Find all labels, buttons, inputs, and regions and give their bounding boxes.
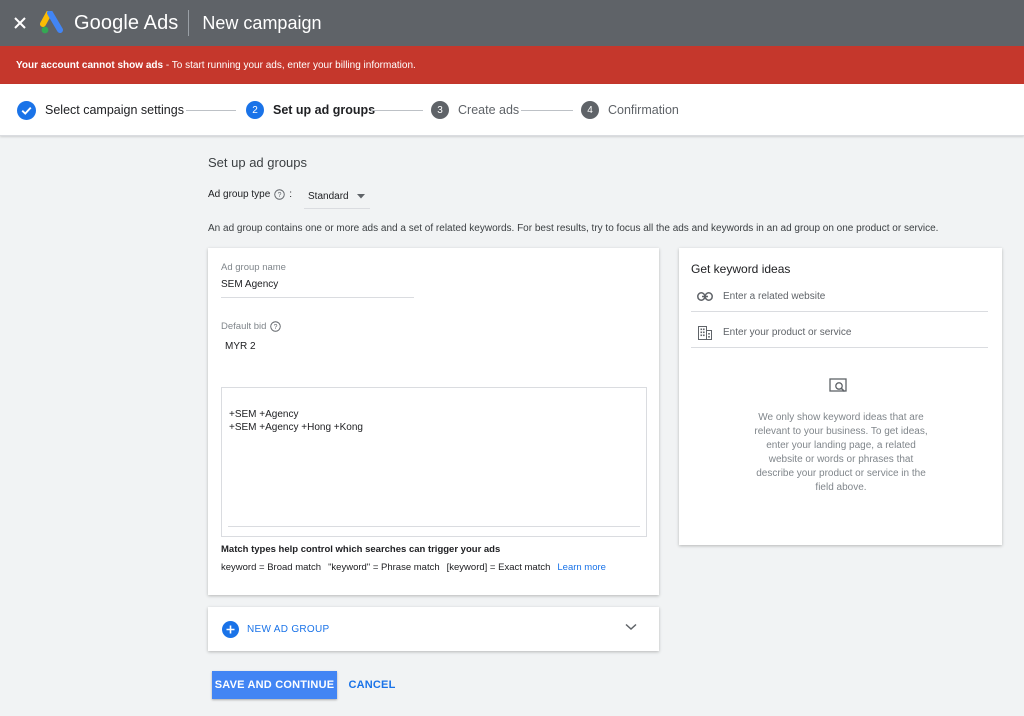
ad-group-type-value: Standard: [308, 190, 349, 202]
search-document-icon: [829, 378, 849, 401]
step-label: Create ads: [458, 103, 520, 117]
link-icon: [695, 292, 715, 301]
page-title: New campaign: [202, 12, 322, 33]
keyword-ideas-empty-text: We only show keyword ideas that are rele…: [754, 412, 928, 493]
divider: [188, 10, 190, 36]
product-service-input[interactable]: Enter your product or service: [691, 318, 988, 348]
check-circle-icon: [17, 100, 36, 120]
alert-text: - To start running your ads, enter your …: [163, 59, 416, 71]
related-website-input[interactable]: Enter a related website: [691, 282, 988, 312]
help-icon[interactable]: ?: [270, 321, 282, 332]
keywords-text: +SEM +Agency +SEM +Agency +Hong +Kong: [229, 409, 363, 433]
step-number: 2: [246, 101, 264, 119]
alert-bold-text: Your account cannot show ads: [16, 59, 164, 71]
broad-match-text: keyword = Broad match: [221, 562, 322, 573]
add-circle-icon: [222, 620, 239, 638]
input-underline: [221, 297, 414, 298]
default-bid-label: Default bid: [221, 321, 267, 332]
step-label: Set up ad groups: [273, 103, 376, 117]
save-and-continue-button[interactable]: SAVE AND CONTINUE: [212, 671, 337, 699]
exact-match-text: [keyword] = Exact match: [446, 562, 551, 573]
app-bar: Google Ads New campaign: [0, 0, 1024, 46]
step-select-campaign-settings[interactable]: Select campaign settings: [17, 84, 184, 136]
ad-group-type-label: Ad group type: [208, 189, 271, 200]
step-label: Select campaign settings: [45, 103, 184, 117]
close-icon[interactable]: [2, 0, 38, 46]
match-types-row: keyword = Broad match "keyword" = Phrase…: [221, 562, 613, 573]
colon: :: [289, 189, 293, 200]
business-icon: [695, 325, 715, 340]
textarea-underline: [228, 526, 640, 527]
keyword-ideas-title: Get keyword ideas: [691, 262, 791, 276]
ad-group-type-label-row: Ad group type ? :: [208, 189, 292, 200]
help-icon[interactable]: ?: [274, 189, 285, 200]
section-title: Set up ad groups: [208, 155, 308, 170]
phrase-match-text: "keyword" = Phrase match: [328, 562, 440, 573]
dropdown-caret-icon: [356, 193, 365, 199]
step-label: Confirmation: [608, 103, 679, 117]
chevron-down-icon[interactable]: [625, 623, 637, 631]
step-connector: [186, 110, 236, 111]
new-ad-group-panel[interactable]: NEW AD GROUP: [208, 607, 659, 651]
ad-group-description: An ad group contains one or more ads and…: [208, 223, 939, 234]
default-bid-label-row: Default bid ?: [221, 321, 282, 332]
svg-text:?: ?: [278, 192, 282, 199]
ad-group-card: Ad group name SEM Agency Default bid ? M…: [208, 248, 659, 595]
keyword-ideas-card: Get keyword ideas Enter a related websit…: [679, 248, 1002, 545]
match-types-title: Match types help control which searches …: [221, 544, 501, 555]
ad-group-name-label: Ad group name: [221, 262, 286, 273]
step-connector: [371, 110, 423, 111]
keywords-textarea[interactable]: +SEM +Agency +SEM +Agency +Hong +Kong: [221, 387, 647, 537]
step-connector: [521, 110, 573, 111]
step-create-ads[interactable]: 3 Create ads: [431, 84, 519, 136]
step-number: 4: [581, 101, 599, 119]
svg-text:?: ?: [274, 324, 278, 331]
related-website-placeholder: Enter a related website: [723, 291, 826, 302]
cancel-button[interactable]: CANCEL: [342, 671, 402, 699]
learn-more-link[interactable]: Learn more: [557, 562, 606, 573]
new-ad-group-label: NEW AD GROUP: [247, 623, 330, 635]
campaign-stepper: Select campaign settings 2 Set up ad gro…: [0, 84, 1024, 136]
billing-alert-banner: Your account cannot show ads - To start …: [0, 46, 1024, 84]
product-service-placeholder: Enter your product or service: [723, 327, 852, 338]
step-set-up-ad-groups[interactable]: 2 Set up ad groups: [246, 84, 375, 136]
ad-group-type-select[interactable]: Standard: [304, 184, 370, 209]
step-confirmation[interactable]: 4 Confirmation: [581, 84, 679, 136]
default-bid-input[interactable]: MYR 2: [225, 341, 256, 352]
step-number: 3: [431, 101, 449, 119]
ad-group-name-input[interactable]: SEM Agency: [221, 279, 278, 290]
brand-name: Google Ads: [74, 11, 179, 34]
google-ads-logo-icon: [40, 11, 66, 35]
